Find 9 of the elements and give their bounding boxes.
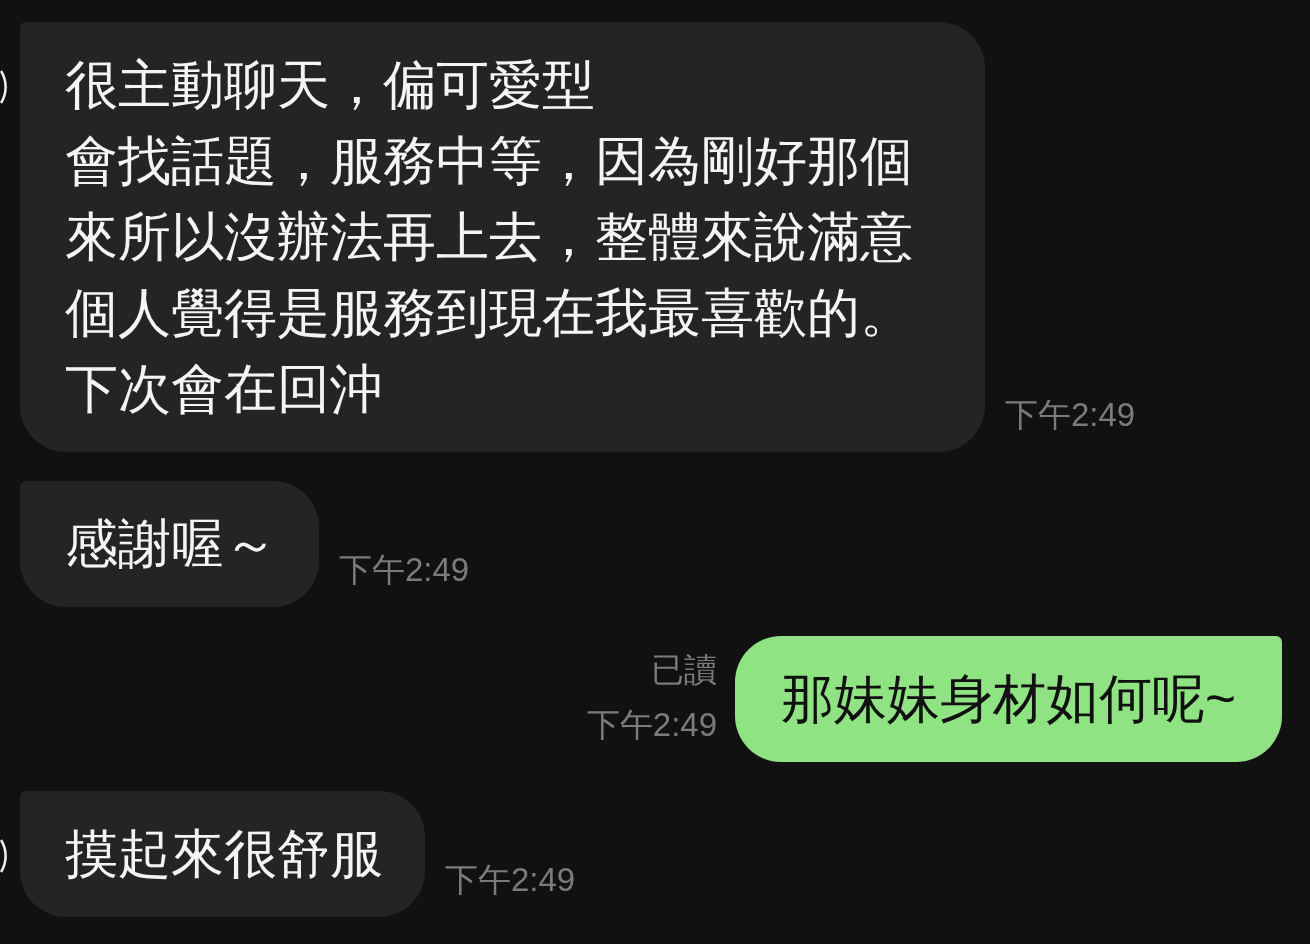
message-text: 那妹妹身材如何呢~ xyxy=(781,668,1236,730)
message-text: 感謝喔～ xyxy=(65,513,277,575)
message-time: 下午2:49 xyxy=(1005,395,1136,435)
message-text: 很主動聊天，偏可愛型 會找話題，服務中等，因為剛好那個 來所以沒辦法再上去，整體來說滿意 個人覺得是服務到現在我最喜歡的。 下次會在回沖 xyxy=(65,54,914,420)
message-text: 摸起來很舒服 xyxy=(65,823,383,885)
message-time: 下午2:49 xyxy=(586,705,718,745)
message-time: 下午2:49 xyxy=(339,550,470,590)
read-receipt: 已讀 xyxy=(651,650,718,690)
message-time: 下午2:49 xyxy=(445,860,576,900)
